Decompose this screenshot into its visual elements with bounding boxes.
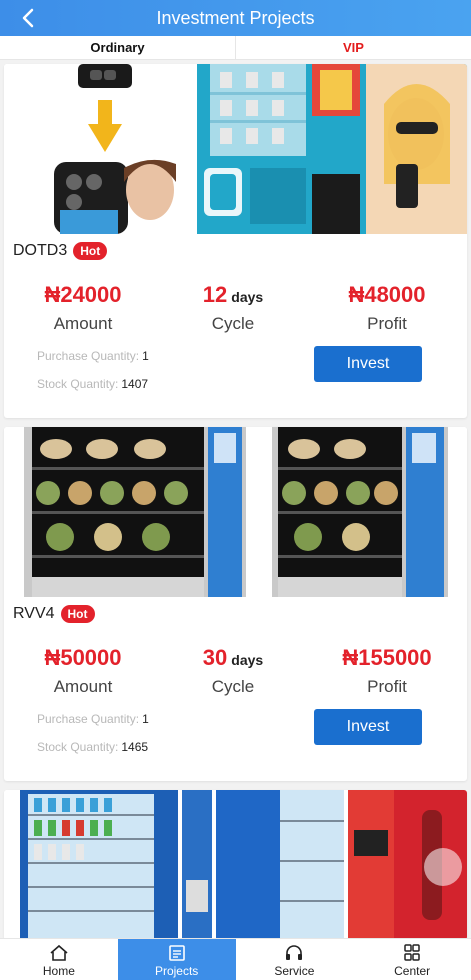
project-name: RVV4 <box>13 605 55 622</box>
cycle-value: 30 days <box>202 645 264 670</box>
purchase-quantity: Purchase Quantity: 1 <box>37 712 149 726</box>
product-image <box>4 790 467 940</box>
hot-badge: Hot <box>73 242 108 260</box>
nav-home-label: Home <box>42 964 75 978</box>
projects-icon <box>168 945 185 961</box>
project-name: DOTD3 <box>13 242 68 259</box>
product-image <box>4 64 467 234</box>
nav-center-label: Center <box>394 964 431 978</box>
cycle-unit: days <box>231 289 264 305</box>
cycle-unit: days <box>231 652 264 668</box>
profit-value: ₦48000 <box>348 282 426 307</box>
page-title: Investment Projects <box>156 8 315 28</box>
headset-icon <box>286 945 303 960</box>
cycle-value: 12 days <box>202 282 264 307</box>
profit-value: ₦155000 <box>342 645 432 670</box>
product-image <box>4 427 467 597</box>
project-card[interactable] <box>4 790 467 940</box>
project-card[interactable]: DOTD3 Hot ₦24000 Amount 12 days Cycle ₦48… <box>4 64 467 418</box>
tab-ordinary[interactable]: Ordinary <box>0 36 236 59</box>
amount-label: Amount <box>53 314 113 333</box>
invest-button[interactable]: Invest <box>314 346 422 382</box>
hot-badge: Hot <box>60 605 95 623</box>
nav-home[interactable]: Home <box>0 939 118 980</box>
tab-vip[interactable]: VIP <box>236 36 471 59</box>
nav-service-label: Service <box>274 964 315 978</box>
invest-button[interactable]: Invest <box>314 709 422 745</box>
stock-quantity: Stock Quantity: 1407 <box>37 377 149 391</box>
nav-projects-label: Projects <box>154 964 199 978</box>
project-name-row: DOTD3 Hot <box>13 242 108 260</box>
stock-quantity: Stock Quantity: 1465 <box>37 740 149 754</box>
cycle-label: Cycle <box>211 677 255 696</box>
home-icon <box>50 944 68 961</box>
amount-value: ₦50000 <box>44 645 122 670</box>
floating-action-dot[interactable] <box>424 848 462 886</box>
grid-icon <box>404 944 420 961</box>
profit-label: Profit <box>367 314 407 333</box>
nav-projects[interactable]: Projects <box>117 939 236 980</box>
bottom-navigation: Home Projects Service Center <box>0 938 471 980</box>
amount-label: Amount <box>53 677 113 696</box>
cycle-label: Cycle <box>211 314 255 333</box>
purchase-quantity: Purchase Quantity: 1 <box>37 349 149 363</box>
project-tabs: Ordinary VIP <box>0 36 471 60</box>
app-header: Investment Projects <box>0 0 471 36</box>
project-card[interactable]: RVV4 Hot ₦50000 Amount 30 days Cycle ₦155… <box>4 427 467 781</box>
project-name-row: RVV4 Hot <box>13 605 95 623</box>
profit-label: Profit <box>367 677 407 696</box>
amount-value: ₦24000 <box>44 282 122 307</box>
nav-center[interactable]: Center <box>353 939 471 980</box>
nav-service[interactable]: Service <box>236 939 354 980</box>
